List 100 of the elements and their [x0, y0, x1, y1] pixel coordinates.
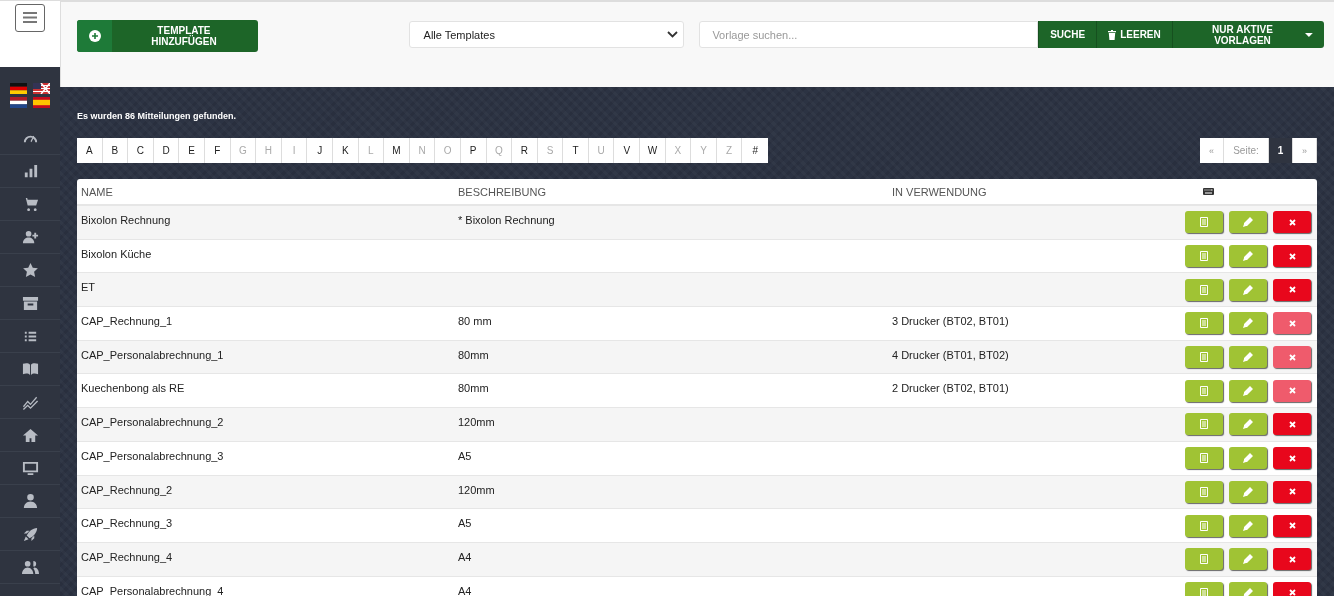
table-cell: A5: [458, 449, 472, 462]
delete-button[interactable]: [1273, 413, 1311, 436]
pencil-icon: [1243, 453, 1253, 464]
page-label: Seite:: [1224, 138, 1269, 163]
delete-button[interactable]: [1273, 278, 1311, 301]
table-cell: * Bixolon Rechnung: [458, 214, 555, 226]
letter-filter-button[interactable]: A: [77, 138, 103, 163]
archive-icon[interactable]: [21, 294, 39, 312]
users-icon[interactable]: [21, 558, 39, 576]
close-icon: [1288, 252, 1296, 260]
table-cell: 4 Drucker (BT01, BT02): [892, 348, 1009, 361]
caret-icon: [1305, 32, 1313, 37]
view-button[interactable]: [1185, 346, 1223, 369]
user-icon[interactable]: [21, 492, 39, 510]
menu-icon: [23, 12, 37, 23]
view-button[interactable]: [1185, 413, 1223, 436]
german-flag-icon[interactable]: [10, 83, 27, 94]
us-uk-flag-icon[interactable]: [33, 83, 50, 94]
page-number-button[interactable]: 1: [1269, 138, 1293, 163]
edit-button[interactable]: [1229, 211, 1267, 234]
pencil-icon: [1243, 251, 1253, 262]
table-cell: A4: [458, 584, 472, 596]
document-icon: [1200, 352, 1208, 363]
document-icon: [1200, 520, 1208, 531]
menu-button[interactable]: [15, 3, 45, 32]
edit-button[interactable]: [1229, 312, 1267, 335]
search-button[interactable]: SUCHE: [1038, 21, 1097, 48]
pencil-icon: [1243, 587, 1253, 596]
table-cell: A5: [458, 517, 472, 530]
table-cell: 3 Drucker (BT02, BT01): [892, 315, 1009, 328]
close-icon: [1288, 353, 1296, 361]
close-icon: [1288, 522, 1296, 530]
pencil-icon: [1243, 284, 1253, 295]
close-icon: [1288, 319, 1296, 327]
close-icon: [1288, 387, 1296, 395]
dutch-flag-icon[interactable]: [10, 97, 27, 108]
table-cell: 120mm: [458, 483, 495, 496]
edit-button[interactable]: [1229, 548, 1267, 571]
table-cell: 80mm: [458, 348, 489, 361]
document-icon: [1200, 318, 1208, 329]
view-button[interactable]: [1185, 211, 1223, 234]
rocket-icon[interactable]: [21, 525, 39, 543]
pencil-icon: [1243, 486, 1253, 497]
close-icon: [1288, 488, 1296, 496]
document-icon: [1200, 385, 1208, 396]
delete-button[interactable]: [1273, 548, 1311, 571]
document-icon: [1200, 251, 1208, 262]
edit-button[interactable]: [1229, 346, 1267, 369]
pencil-icon: [1243, 520, 1253, 531]
table-cell-text: Kuechenbong als RE: [80, 381, 186, 395]
close-icon: [1288, 454, 1296, 462]
table-cell-text: CAP_Personalabrechnung_1: [80, 347, 225, 361]
table-cell: 80 mm: [458, 315, 492, 328]
chevron-down-icon: [667, 31, 679, 38]
column-header: NAME: [80, 185, 114, 198]
document-icon: [1200, 486, 1208, 497]
edit-button[interactable]: [1229, 413, 1267, 436]
delete-button[interactable]: [1273, 245, 1311, 268]
close-icon: [1288, 420, 1296, 428]
search-field[interactable]: Vorlage suchen...: [699, 21, 1039, 48]
monitor-icon[interactable]: [21, 459, 39, 477]
document-icon: [1200, 217, 1208, 228]
active-templates-dropdown[interactable]: NUR AKTIVE VORLAGEN: [1171, 21, 1324, 48]
delete-button[interactable]: [1273, 211, 1311, 234]
document-icon: [1200, 554, 1208, 565]
pencil-icon: [1243, 318, 1253, 329]
plus-circle-icon: [88, 30, 101, 42]
edit-button[interactable]: [1229, 447, 1267, 470]
delete-button[interactable]: [1273, 447, 1311, 470]
document-icon: [1200, 587, 1208, 596]
home-icon[interactable]: [21, 426, 39, 444]
close-icon: [1288, 286, 1296, 294]
document-icon: [1200, 419, 1208, 430]
close-icon: [1288, 218, 1296, 226]
table-cell-text: ET: [80, 280, 97, 294]
pencil-icon: [1243, 217, 1253, 228]
clear-button[interactable]: LEEREN: [1096, 21, 1172, 48]
pencil-icon: [1243, 419, 1253, 430]
table-cell-text: CAP_Rechnung_1: [80, 314, 174, 328]
view-button[interactable]: [1185, 245, 1223, 268]
spanish-flag-icon[interactable]: [33, 97, 50, 108]
table-cell-text: CAP_Personalabrechnung_2: [80, 415, 225, 429]
table-cell-text: CAP_Rechnung_3: [80, 516, 174, 530]
table-cell: 80mm: [458, 382, 489, 395]
add-template-button[interactable]: TEMPLATE HINZUFÜGEN: [77, 20, 258, 52]
pencil-icon: [1243, 385, 1253, 396]
delete-button[interactable]: [1273, 514, 1311, 537]
add-user-icon[interactable]: [21, 228, 39, 246]
view-button[interactable]: [1185, 548, 1223, 571]
template-filter-select[interactable]: Alle Templates: [408, 21, 685, 48]
table-cell-text: CAP_Rechnung_2: [80, 482, 174, 496]
book-icon[interactable]: [21, 360, 39, 378]
delete-button[interactable]: [1273, 480, 1311, 503]
column-header: IN VERWENDUNG: [891, 185, 988, 198]
view-button[interactable]: [1185, 312, 1223, 335]
table-cell-text: Bixolon Küche: [80, 246, 153, 260]
star-icon[interactable]: [21, 261, 39, 279]
table-cell: 120mm: [458, 416, 495, 429]
edit-button[interactable]: [1229, 245, 1267, 268]
view-button[interactable]: [1185, 447, 1223, 470]
